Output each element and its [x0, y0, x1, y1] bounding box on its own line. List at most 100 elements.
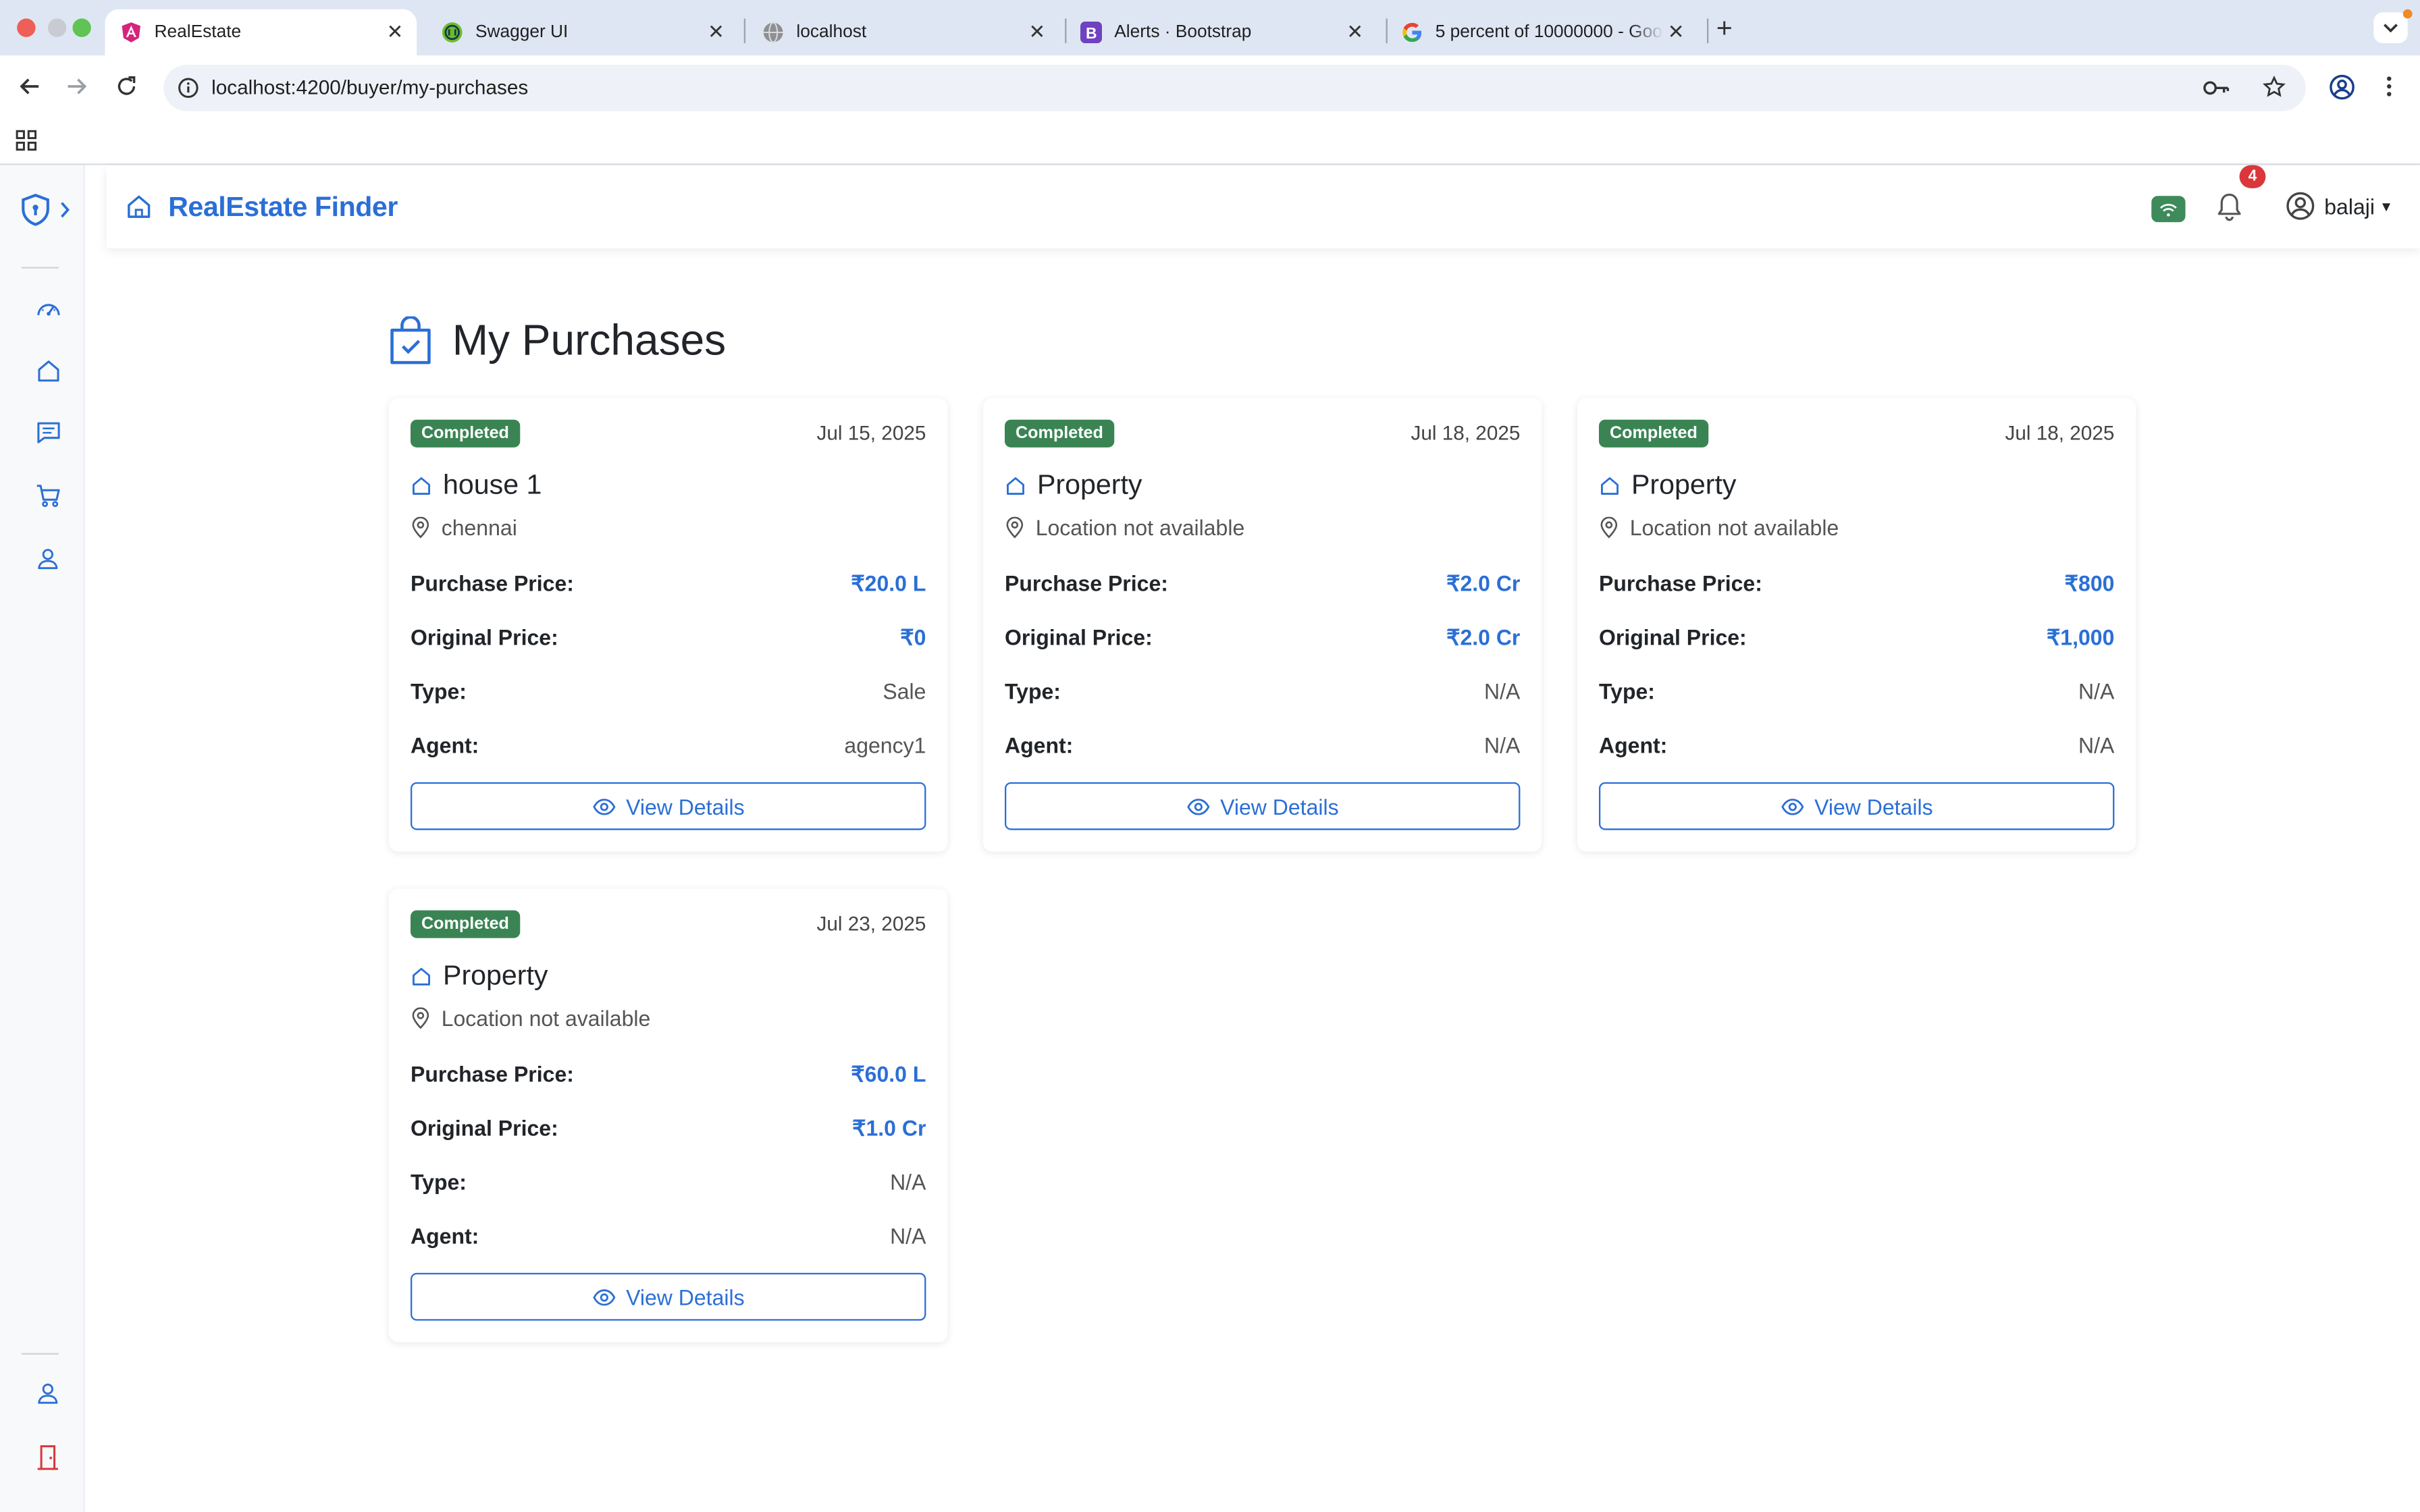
profile-button[interactable] [2326, 71, 2357, 102]
close-tab-icon[interactable]: ✕ [1025, 20, 1050, 45]
purchase-price-row: Purchase Price: ₹2.0 Cr [1005, 568, 1520, 599]
tab-localhost[interactable]: localhost ✕ [747, 9, 1059, 56]
browser-menu-button[interactable] [2373, 71, 2404, 102]
view-details-button[interactable]: View Details [410, 1272, 926, 1321]
original-price-label: Original Price: [410, 624, 558, 650]
cart-icon [36, 484, 59, 507]
reload-button[interactable] [111, 71, 142, 102]
more-vertical-icon [2387, 76, 2392, 97]
site-info-icon[interactable] [178, 77, 199, 106]
agent-value: N/A [1484, 732, 1521, 758]
bookmark-star-icon[interactable] [2263, 75, 2286, 107]
tab-realestate[interactable]: RealEstate ✕ [105, 9, 417, 56]
browser-tab-bar: RealEstate ✕ Swagger UI ✕ localhost ✕ B … [0, 0, 2420, 56]
chevron-down-icon [2384, 24, 2398, 32]
type-value: N/A [1484, 678, 1521, 704]
purchase-price-label: Purchase Price: [1004, 570, 1168, 596]
purchase-card: Completed Jul 18, 2025 Property Location no… [1577, 398, 2136, 852]
back-button[interactable] [14, 71, 45, 102]
sidebar-divider [21, 1353, 59, 1355]
tab-search-button[interactable] [2373, 12, 2408, 43]
view-details-button[interactable]: View Details [1598, 782, 2115, 830]
tab-title: localhost [796, 23, 867, 42]
close-tab-icon[interactable]: ✕ [383, 20, 408, 45]
agent-label: Agent: [1004, 732, 1074, 758]
user-menu-dropdown[interactable]: balaji ▼ [2286, 191, 2393, 220]
map-pin-icon [1599, 516, 1619, 539]
status-badge: Completed [1598, 419, 1708, 448]
notifications-button[interactable] [2215, 191, 2244, 230]
sidebar-item-purchases[interactable] [31, 479, 65, 512]
view-details-label: View Details [1814, 793, 1933, 819]
location-text: Location not available [1629, 515, 1839, 540]
purchase-card: Completed Jul 23, 2025 Property Location no… [388, 888, 948, 1343]
address-bar[interactable]: localhost:4200/buyer/my-purchases [163, 64, 2306, 111]
agent-row: Agent: N/A [411, 1220, 926, 1251]
tab-title: Swagger UI [475, 23, 569, 42]
type-row: Type: N/A [411, 1166, 926, 1197]
sidebar-item-account[interactable] [31, 1376, 65, 1410]
wifi-icon [2160, 202, 2177, 216]
property-location: Location not available [411, 1006, 650, 1031]
sidebar-item-logout[interactable] [31, 1440, 65, 1474]
sidebar-toggle-button[interactable] [18, 193, 74, 227]
new-tab-button[interactable]: + [1716, 12, 1733, 45]
password-key-icon[interactable] [2203, 76, 2230, 108]
tab-google-search[interactable]: 5 percent of 10000000 - Goo ✕ [1386, 9, 1698, 56]
svg-text:B: B [1086, 24, 1097, 42]
agent-value: agency1 [844, 732, 926, 758]
apps-grid-icon[interactable] [16, 130, 37, 159]
close-tab-icon[interactable]: ✕ [704, 20, 729, 45]
sidebar-item-profile[interactable] [31, 541, 65, 575]
view-details-button[interactable]: View Details [1004, 782, 1521, 830]
close-tab-icon[interactable]: ✕ [1343, 20, 1368, 45]
close-tab-icon[interactable]: ✕ [1664, 20, 1689, 45]
agent-value: N/A [2078, 732, 2115, 758]
purchase-date: Jul 23, 2025 [816, 911, 926, 936]
property-title: Property [411, 960, 548, 992]
arrow-right-icon [68, 78, 87, 94]
original-price-value: ₹1.0 Cr [852, 1114, 926, 1139]
sidebar-item-messages[interactable] [31, 415, 65, 449]
minimize-window-button[interactable] [47, 18, 67, 37]
purchase-date: Jul 18, 2025 [1411, 421, 1521, 445]
type-label: Type: [410, 1169, 467, 1195]
swagger-icon [442, 22, 463, 43]
maximize-window-button[interactable] [72, 18, 91, 37]
purchase-card: Completed Jul 18, 2025 Property Location no… [982, 398, 1542, 852]
tab-swagger[interactable]: Swagger UI ✕ [426, 9, 738, 56]
original-price-row: Original Price: ₹1,000 [1599, 622, 2114, 653]
original-price-row: Original Price: ₹1.0 Cr [411, 1112, 926, 1143]
tab-bootstrap-alerts[interactable]: B Alerts · Bootstrap ✕ [1065, 9, 1377, 56]
eye-icon [1781, 797, 1804, 815]
original-price-label: Original Price: [410, 1115, 558, 1141]
map-pin-icon [1005, 516, 1025, 539]
agent-row: Agent: agency1 [411, 730, 926, 761]
home-icon[interactable] [125, 193, 153, 229]
shopping-bag-check-icon [390, 316, 431, 364]
view-details-button[interactable]: View Details [410, 782, 926, 830]
agent-label: Agent: [410, 732, 479, 758]
agent-label: Agent: [1598, 732, 1668, 758]
type-value: Sale [883, 678, 926, 704]
forward-button[interactable] [61, 71, 93, 102]
bell-icon [2217, 193, 2241, 221]
home-icon [411, 965, 432, 987]
sidebar-item-dashboard[interactable] [31, 292, 65, 325]
sidebar-item-properties[interactable] [31, 353, 65, 387]
app-root: RealEstate Finder 4 balaji ▼ My Purchase… [0, 165, 2420, 1512]
angular-icon [120, 22, 142, 43]
map-pin-icon [411, 516, 431, 539]
update-indicator [2402, 9, 2413, 19]
bootstrap-icon: B [1080, 21, 1102, 43]
location-text: Location not available [1035, 515, 1245, 540]
door-exit-icon [37, 1444, 58, 1469]
close-window-button[interactable] [17, 18, 36, 37]
arrow-left-icon [20, 78, 39, 94]
location-text: Location not available [441, 1006, 651, 1031]
speedometer-icon [36, 303, 59, 315]
connection-status-badge [2151, 196, 2186, 223]
brand-title[interactable]: RealEstate Finder [168, 191, 398, 223]
username: balaji [2324, 193, 2375, 219]
purchase-price-value: ₹60.0 L [851, 1060, 926, 1085]
